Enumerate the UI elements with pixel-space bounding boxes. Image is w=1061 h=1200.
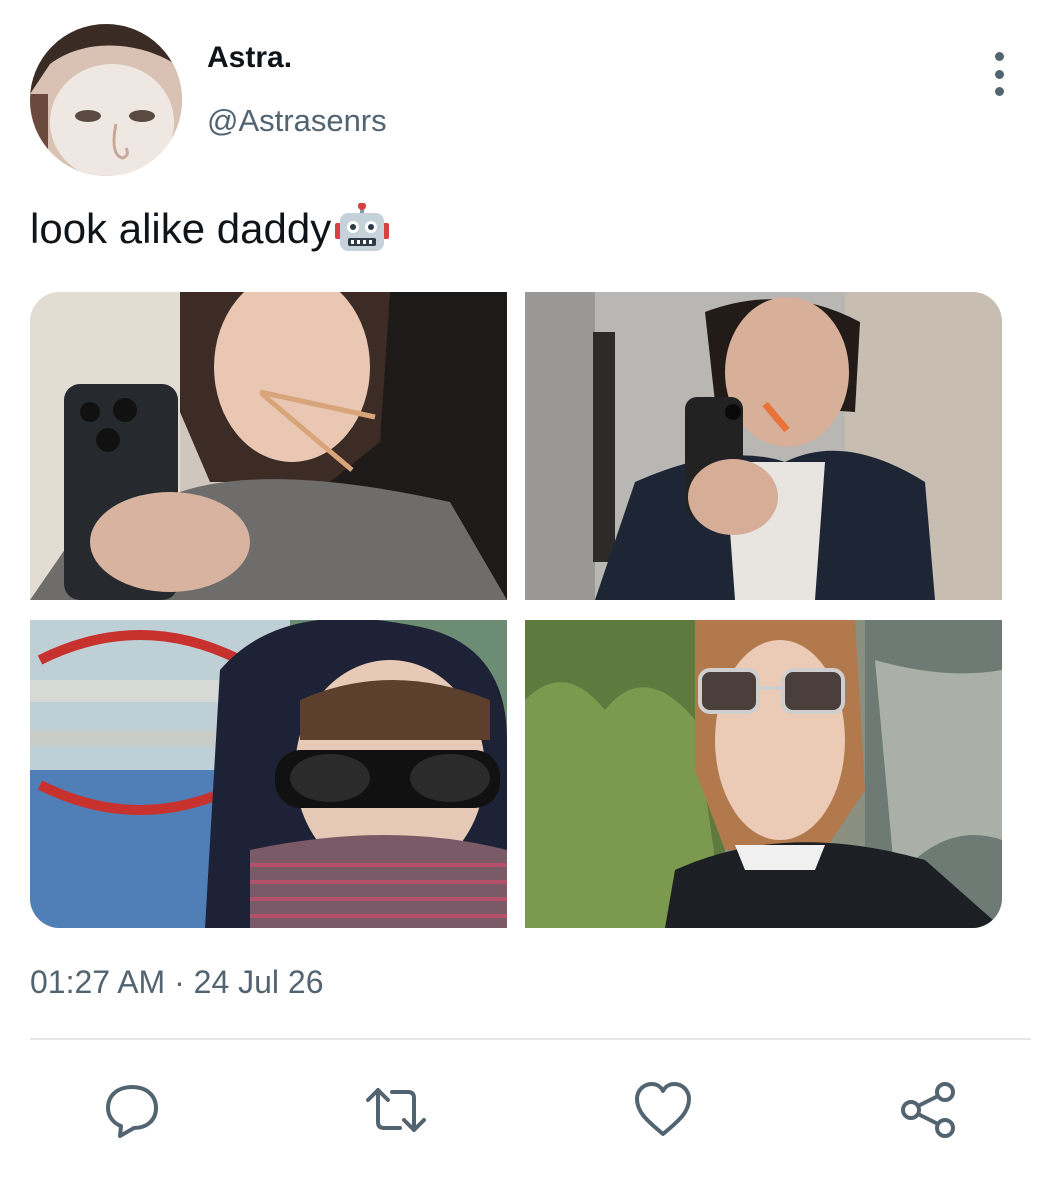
action-divider (30, 1038, 1031, 1040)
tweet-text-content: look alike daddy (30, 205, 332, 252)
author-handle[interactable]: @Astrasenrs (207, 103, 387, 139)
avatar-image (30, 24, 182, 176)
more-options-icon (994, 52, 1004, 61)
more-options-button[interactable] (978, 52, 1020, 96)
author-display-name[interactable]: Astra. (207, 41, 292, 75)
robot-emoji-icon (333, 202, 391, 255)
more-options-icon-dot (994, 69, 1004, 79)
retweet-icon (366, 1088, 426, 1132)
share-button[interactable] (897, 1078, 961, 1142)
media-photo-2[interactable] (525, 292, 1002, 600)
retweet-button[interactable] (364, 1078, 428, 1142)
media-grid (30, 292, 1002, 928)
media-photo-3[interactable] (30, 620, 507, 928)
reply-icon (106, 1085, 158, 1138)
media-photo-4[interactable] (525, 620, 1002, 928)
tweet-timestamp[interactable]: 01:27 AM · 24 Jul 26 (30, 964, 324, 1001)
heart-icon (635, 1082, 691, 1136)
tweet-text: look alike daddy (30, 202, 391, 255)
more-options-icon-dot (994, 87, 1004, 96)
like-button[interactable] (631, 1078, 695, 1142)
media-photo-1[interactable] (30, 292, 507, 600)
author-avatar[interactable] (30, 24, 182, 176)
reply-button[interactable] (100, 1078, 164, 1142)
share-icon (901, 1082, 955, 1138)
